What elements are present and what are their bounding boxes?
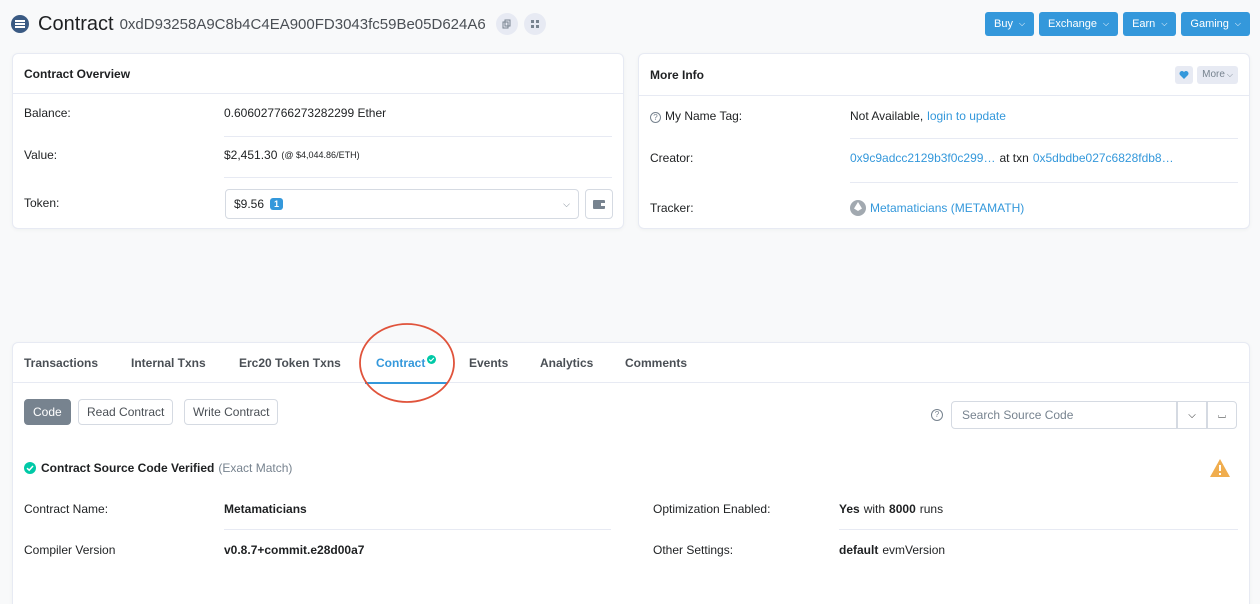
name-tag-label: My Name Tag: bbox=[665, 109, 743, 123]
optimization-label: Optimization Enabled: bbox=[653, 502, 771, 516]
creator-address-link[interactable]: 0x9c9adcc2129b3f0c299… bbox=[850, 151, 995, 165]
token-value: $9.56 bbox=[234, 197, 265, 211]
tab-transactions[interactable]: Transactions bbox=[24, 343, 98, 383]
card-title: Contract Overview bbox=[13, 54, 623, 94]
tab-internal-txns[interactable]: Internal Txns bbox=[131, 343, 206, 383]
write-contract-button[interactable]: Write Contract bbox=[184, 399, 279, 425]
exchange-menu-button[interactable]: Exchange ⌵ bbox=[1039, 12, 1119, 36]
other-settings-suffix: evmVersion bbox=[882, 543, 946, 557]
divider bbox=[839, 529, 1238, 530]
login-link[interactable]: login to update bbox=[927, 109, 1006, 123]
contract-overview-card: Contract Overview Balance: 0.60602776627… bbox=[12, 53, 624, 229]
balance-label: Balance: bbox=[24, 106, 71, 120]
copy-address-button[interactable] bbox=[495, 13, 518, 35]
value-value: $2,451.30 bbox=[224, 148, 278, 162]
chevron-up-icon: ⌴ bbox=[1218, 409, 1226, 421]
creator-at-text: at txn bbox=[999, 151, 1029, 165]
chevron-down-icon: ⌵ bbox=[1161, 19, 1168, 28]
other-settings-row: Other Settings: default evmVersion bbox=[653, 543, 1238, 557]
earn-menu-button[interactable]: Earn ⌵ bbox=[1123, 12, 1177, 36]
name-tag-value: Not Available, bbox=[850, 109, 924, 123]
copy-icon bbox=[502, 19, 511, 29]
search-source-code-input[interactable]: Search Source Code bbox=[951, 401, 1177, 429]
favorite-button[interactable] bbox=[1175, 65, 1194, 84]
read-contract-button[interactable]: Read Contract bbox=[78, 399, 174, 425]
search-up-button[interactable]: ⌴ bbox=[1207, 401, 1237, 429]
contract-tabs-card: Transactions Internal Txns Erc20 Token T… bbox=[12, 342, 1250, 604]
other-settings-label: Other Settings: bbox=[653, 543, 734, 557]
more-info-card: More Info More ⌵ ? My Name Tag: Not Availa… bbox=[638, 53, 1250, 229]
warning-icon[interactable] bbox=[1209, 458, 1231, 478]
chevron-down-icon: ⌵ bbox=[1234, 19, 1241, 28]
name-tag-label-wrap: ? My Name Tag: bbox=[650, 109, 850, 123]
verified-check-icon bbox=[427, 354, 437, 364]
chevron-down-icon: ⌵ bbox=[1188, 409, 1196, 421]
contract-logo-icon bbox=[11, 15, 29, 33]
tab-comments[interactable]: Comments bbox=[625, 343, 687, 383]
token-wallet-button[interactable] bbox=[585, 189, 613, 219]
optimization-runs: runs bbox=[919, 502, 944, 516]
divider bbox=[224, 177, 612, 178]
chevron-down-icon: ⌵ bbox=[563, 198, 570, 209]
top-nav: Buy ⌵ Exchange ⌵ Earn ⌵ Gaming ⌵ bbox=[985, 12, 1250, 36]
card-header: More Info More ⌵ bbox=[639, 54, 1249, 96]
optimization-row: Optimization Enabled: Yes with 8000 runs bbox=[653, 502, 1238, 516]
optimization-yes: Yes bbox=[839, 502, 860, 516]
tab-erc20-token-txns[interactable]: Erc20 Token Txns bbox=[239, 343, 341, 383]
chevron-down-icon: ⌵ bbox=[1102, 19, 1110, 28]
verified-note: (Exact Match) bbox=[218, 461, 293, 475]
verified-row: Contract Source Code Verified (Exact Mat… bbox=[24, 461, 1238, 475]
creator-txn-link[interactable]: 0x5dbdbe027c6828fdb8… bbox=[1033, 151, 1174, 165]
optimization-runs-number: 8000 bbox=[889, 502, 916, 516]
balance-row: Balance: 0.606027766273282299 Ether bbox=[24, 106, 612, 120]
chevron-down-icon: ⌵ bbox=[1226, 69, 1233, 79]
card-title: More Info bbox=[650, 67, 704, 82]
compiler-label: Compiler Version bbox=[24, 543, 116, 557]
chevron-down-icon: ⌵ bbox=[1018, 19, 1026, 28]
page-title: Contract bbox=[38, 12, 114, 35]
divider bbox=[224, 529, 611, 530]
divider bbox=[850, 138, 1238, 139]
token-label: Token: bbox=[24, 196, 60, 210]
help-icon[interactable]: ? bbox=[650, 112, 661, 123]
wallet-icon bbox=[593, 200, 605, 209]
value-note: (@ $4,044.86/ETH) bbox=[281, 150, 360, 160]
search-down-button[interactable]: ⌵ bbox=[1177, 401, 1207, 429]
token-count-badge: 1 bbox=[270, 198, 284, 210]
code-button[interactable]: Code bbox=[24, 399, 71, 425]
gaming-menu-button[interactable]: Gaming ⌵ bbox=[1181, 12, 1250, 36]
tab-bar: Transactions Internal Txns Erc20 Token T… bbox=[13, 343, 1249, 384]
contract-address: 0xdD93258A9C8b4C4EA900FD3043fc59Be05D624… bbox=[119, 15, 486, 33]
tab-contract[interactable]: Contract bbox=[365, 343, 448, 384]
balance-value: 0.606027766273282299 Ether bbox=[224, 106, 387, 120]
tracker-row: Tracker: Metamaticians (METAMATH) bbox=[650, 200, 1238, 216]
buy-menu-button[interactable]: Buy ⌵ bbox=[985, 12, 1035, 36]
divider bbox=[224, 136, 612, 137]
divider bbox=[850, 182, 1238, 183]
ethereum-token-icon bbox=[850, 200, 866, 216]
help-icon[interactable]: ? bbox=[931, 409, 943, 421]
qr-code-button[interactable] bbox=[523, 13, 546, 35]
value-row: Value: $2,451.30 (@ $4,044.86/ETH) bbox=[24, 148, 612, 162]
verified-label: Contract Source Code Verified bbox=[41, 461, 215, 475]
qr-code-icon bbox=[530, 20, 539, 28]
tracker-label: Tracker: bbox=[650, 201, 694, 215]
tab-analytics[interactable]: Analytics bbox=[540, 343, 593, 383]
token-dropdown[interactable]: $9.56 1 ⌵ bbox=[225, 189, 579, 219]
tab-events[interactable]: Events bbox=[469, 343, 508, 383]
more-button[interactable]: More ⌵ bbox=[1197, 65, 1238, 84]
tracker-link[interactable]: Metamaticians (METAMATH) bbox=[870, 201, 1024, 215]
verified-check-icon bbox=[24, 462, 36, 474]
creator-label: Creator: bbox=[650, 151, 694, 165]
heart-icon bbox=[1179, 71, 1189, 79]
page-header: Contract 0xdD93258A9C8b4C4EA900FD3043fc5… bbox=[10, 8, 1250, 40]
contract-name-label: Contract Name: bbox=[24, 502, 109, 516]
value-label: Value: bbox=[24, 148, 58, 162]
other-settings-value: default bbox=[839, 543, 879, 557]
compiler-value: v0.8.7+commit.e28d00a7 bbox=[224, 543, 365, 557]
optimization-with: with bbox=[863, 502, 886, 516]
name-tag-row: ? My Name Tag: Not Available, login to up… bbox=[650, 109, 1238, 123]
creator-row: Creator: 0x9c9adcc2129b3f0c299… at txn 0… bbox=[650, 151, 1238, 165]
contract-name-value: Metamaticians bbox=[224, 502, 307, 516]
